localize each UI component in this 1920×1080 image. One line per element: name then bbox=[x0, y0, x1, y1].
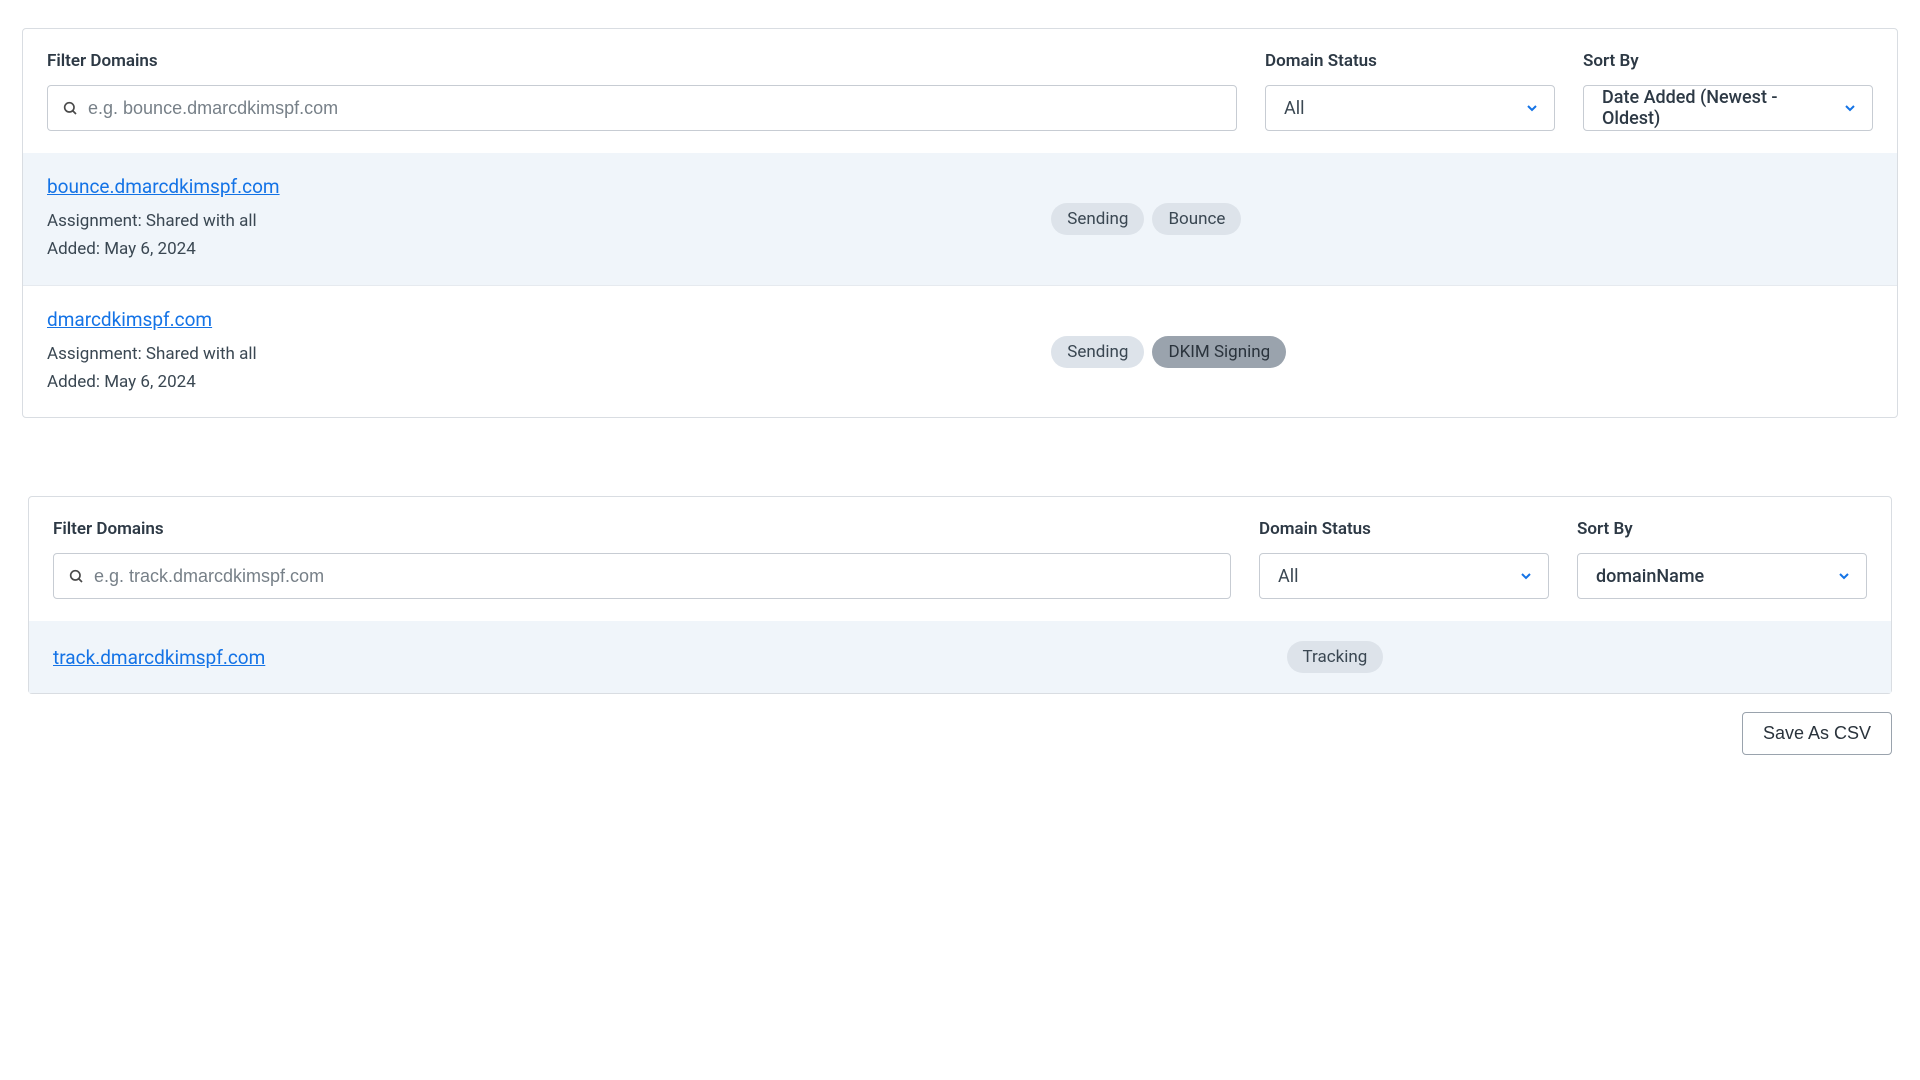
save-as-csv-button[interactable]: Save As CSV bbox=[1742, 712, 1892, 755]
search-icon bbox=[62, 100, 78, 116]
chevron-down-icon bbox=[1524, 100, 1540, 116]
status-badge: Tracking bbox=[1287, 641, 1384, 673]
domain-row: bounce.dmarcdkimspf.com Assignment: Shar… bbox=[23, 153, 1897, 285]
status-badge: Bounce bbox=[1152, 203, 1241, 235]
domain-status-value: All bbox=[1278, 566, 1299, 587]
chevron-down-icon bbox=[1842, 100, 1858, 116]
domain-row-info: dmarcdkimspf.com Assignment: Shared with… bbox=[47, 308, 1051, 396]
domain-added: Added: May 6, 2024 bbox=[47, 236, 1051, 262]
chevron-down-icon bbox=[1518, 568, 1534, 584]
sort-by-group: Sort By Date Added (Newest - Oldest) bbox=[1583, 51, 1873, 131]
filter-row: Filter Domains Domain Status All Sort By… bbox=[29, 497, 1891, 621]
status-badge: DKIM Signing bbox=[1152, 336, 1286, 368]
domain-link[interactable]: bounce.dmarcdkimspf.com bbox=[47, 175, 280, 198]
domain-badges: Tracking bbox=[1287, 641, 1384, 673]
sort-by-value: Date Added (Newest - Oldest) bbox=[1602, 87, 1828, 129]
domain-status-group: Domain Status All bbox=[1265, 51, 1555, 131]
domain-assignment: Assignment: Shared with all bbox=[47, 341, 1051, 367]
domain-status-label: Domain Status bbox=[1259, 519, 1549, 539]
domain-badges: Sending Bounce bbox=[1051, 203, 1241, 235]
domain-row: dmarcdkimspf.com Assignment: Shared with… bbox=[23, 285, 1897, 418]
sort-by-label: Sort By bbox=[1583, 51, 1873, 71]
filter-domains-input[interactable] bbox=[54, 554, 1230, 598]
sort-by-select[interactable]: Date Added (Newest - Oldest) bbox=[1583, 85, 1873, 131]
status-badge: Sending bbox=[1051, 203, 1144, 235]
domain-link[interactable]: track.dmarcdkimspf.com bbox=[53, 646, 265, 669]
filter-domains-input-wrap[interactable] bbox=[53, 553, 1231, 599]
domain-link[interactable]: dmarcdkimspf.com bbox=[47, 308, 212, 331]
domain-added: Added: May 6, 2024 bbox=[47, 369, 1051, 395]
filter-domains-group: Filter Domains bbox=[47, 51, 1237, 131]
sort-by-label: Sort By bbox=[1577, 519, 1867, 539]
domain-status-select[interactable]: All bbox=[1259, 553, 1549, 599]
filter-domains-label: Filter Domains bbox=[53, 519, 1231, 539]
filter-domains-group: Filter Domains bbox=[53, 519, 1231, 599]
filter-domains-input[interactable] bbox=[48, 86, 1236, 130]
domain-status-group: Domain Status All bbox=[1259, 519, 1549, 599]
filter-domains-input-wrap[interactable] bbox=[47, 85, 1237, 131]
domains-panel-1: Filter Domains Domain Status All Sort By… bbox=[22, 28, 1898, 418]
domain-row-info: track.dmarcdkimspf.com bbox=[53, 646, 1287, 669]
domain-status-select[interactable]: All bbox=[1265, 85, 1555, 131]
filter-domains-label: Filter Domains bbox=[47, 51, 1237, 71]
domain-row-info: bounce.dmarcdkimspf.com Assignment: Shar… bbox=[47, 175, 1051, 263]
search-icon bbox=[68, 568, 84, 584]
domains-panel-2: Filter Domains Domain Status All Sort By… bbox=[28, 496, 1892, 694]
filter-row: Filter Domains Domain Status All Sort By… bbox=[23, 29, 1897, 153]
domain-status-value: All bbox=[1284, 98, 1305, 119]
status-badge: Sending bbox=[1051, 336, 1144, 368]
domain-badges: Sending DKIM Signing bbox=[1051, 336, 1286, 368]
domain-assignment: Assignment: Shared with all bbox=[47, 208, 1051, 234]
actions-row: Save As CSV bbox=[0, 712, 1892, 755]
sort-by-select[interactable]: domainName bbox=[1577, 553, 1867, 599]
domain-status-label: Domain Status bbox=[1265, 51, 1555, 71]
sort-by-group: Sort By domainName bbox=[1577, 519, 1867, 599]
sort-by-value: domainName bbox=[1596, 566, 1704, 587]
chevron-down-icon bbox=[1836, 568, 1852, 584]
domain-row: track.dmarcdkimspf.com Tracking bbox=[29, 621, 1891, 693]
